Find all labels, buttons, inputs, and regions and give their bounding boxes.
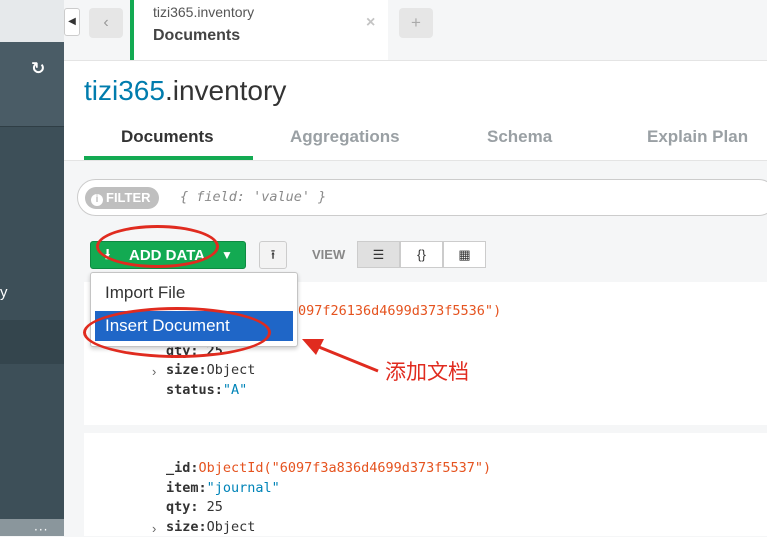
objectid-value: 097f26136d4699d373f5536")	[298, 303, 502, 319]
annotation-arrow-icon	[302, 339, 379, 373]
upload-icon: ⭱	[270, 247, 276, 262]
caret-down-icon: ▼	[221, 248, 233, 262]
highlight-oval-add-data	[96, 225, 219, 268]
refresh-icon: ↻	[31, 59, 46, 79]
menu-item-import-file[interactable]: Import File	[95, 278, 293, 308]
list-icon: ☰	[372, 247, 385, 262]
sidebar-item-label[interactable]: y	[0, 284, 8, 301]
scroll-left-button[interactable]: ◀	[64, 8, 80, 36]
sidebar-item-active[interactable]	[0, 320, 64, 364]
filter-input[interactable]: { field: 'value' }	[180, 189, 326, 205]
size-field: size:Object	[166, 362, 256, 378]
filter-label: FILTER	[106, 190, 151, 205]
tab-aggregations[interactable]: Aggregations	[290, 127, 400, 147]
export-button[interactable]: ⭱	[259, 241, 287, 269]
subtab-bar: Documents Aggregations Schema Explain Pl…	[84, 116, 767, 160]
id-field: _id:ObjectId("6097f3a836d4699d373f5537")	[166, 460, 492, 476]
database-name[interactable]: tizi365	[84, 75, 165, 106]
json-view-button[interactable]: {}	[400, 241, 443, 268]
refresh-button[interactable]: ↻	[0, 42, 64, 126]
status-field: status:"A"	[166, 382, 248, 398]
more-icon[interactable]: ···	[34, 523, 48, 537]
sidebar-divider	[0, 126, 64, 127]
back-button[interactable]: ‹	[89, 8, 123, 38]
tab-documents[interactable]: tizi365.inventory Documents ×	[130, 0, 388, 60]
annotation-text: 添加文档	[385, 361, 469, 384]
list-view-button[interactable]: ☰	[357, 241, 400, 268]
tab-namespace: tizi365.inventory	[153, 4, 255, 20]
braces-icon: {}	[417, 247, 426, 262]
item-field: item:"journal"	[166, 480, 280, 496]
tab-title: Documents	[153, 27, 241, 44]
highlight-oval-insert-document	[83, 307, 271, 358]
view-label: VIEW	[312, 247, 346, 262]
page-title: tizi365.inventory	[84, 75, 286, 107]
collection-name: .inventory	[164, 75, 287, 106]
filter-bar[interactable]: i FILTER { field: 'value' }	[77, 179, 767, 216]
sidebar: ↻ y ···	[0, 0, 64, 537]
size-field: size:Object	[166, 519, 256, 535]
filter-badge[interactable]: i FILTER	[85, 187, 159, 209]
tab-schema[interactable]: Schema	[487, 127, 552, 147]
info-icon: i	[91, 194, 103, 206]
sidebar-header	[0, 0, 64, 42]
sidebar-footer	[0, 519, 64, 536]
expand-chevron-icon[interactable]: ›	[152, 521, 156, 536]
tab-documents-view[interactable]: Documents	[121, 127, 214, 147]
close-icon[interactable]: ×	[366, 14, 375, 32]
add-tab-button[interactable]: +	[399, 8, 433, 38]
expand-chevron-icon[interactable]: ›	[152, 364, 156, 379]
tab-explain-plan[interactable]: Explain Plan	[647, 127, 748, 147]
table-view-button[interactable]: ▦	[443, 241, 486, 268]
qty-field: qty: 25	[166, 499, 223, 515]
table-icon: ▦	[458, 247, 471, 262]
